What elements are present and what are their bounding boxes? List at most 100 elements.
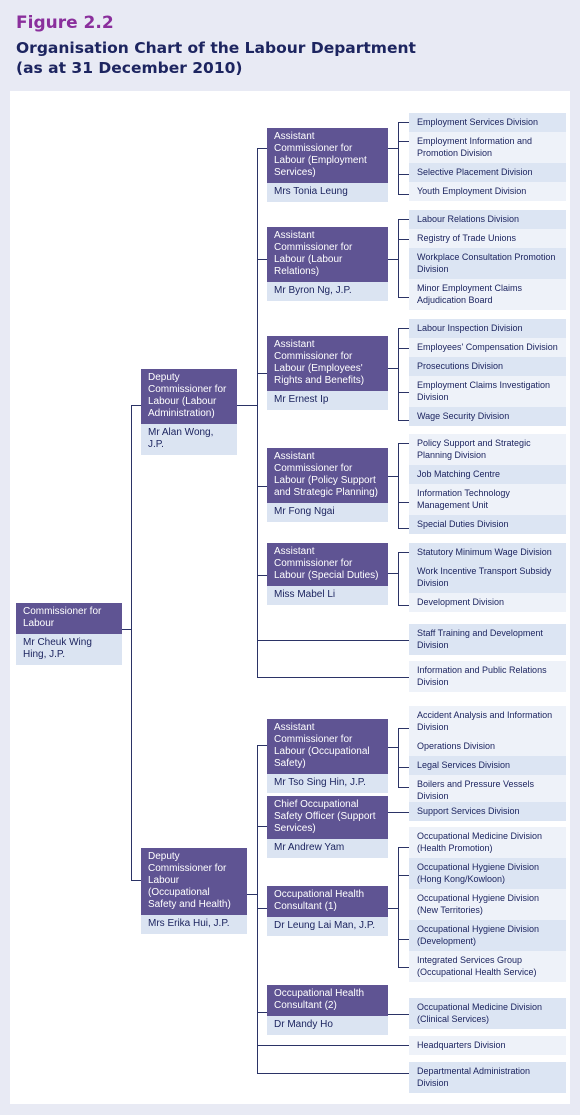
division-item[interactable]: Occupational Hygiene Division (Hong Kong… [409, 858, 566, 889]
division-item[interactable]: Departmental Administration Division [409, 1062, 566, 1093]
division-item[interactable]: Employment Services Division [409, 113, 566, 132]
post-title: Chief Occupational Safety Officer (Suppo… [267, 796, 388, 839]
connector [398, 967, 409, 968]
connector [257, 148, 258, 678]
division-item[interactable]: Selective Placement Division [409, 163, 566, 182]
post-holder: Mr Byron Ng, J.P. [267, 282, 388, 301]
post-holder: Dr Leung Lai Man, J.P. [267, 917, 388, 936]
division-item[interactable]: Labour Relations Division [409, 210, 566, 229]
connector [398, 552, 399, 605]
division-item[interactable]: Legal Services Division [409, 756, 566, 775]
connector [398, 348, 409, 349]
post-holder: Dr Mandy Ho [267, 1016, 388, 1035]
division-item[interactable]: Accident Analysis and Information Divisi… [409, 706, 566, 737]
branch-special-duties[interactable]: Assistant Commissioner for Labour (Speci… [267, 543, 388, 605]
division-item[interactable]: Registry of Trade Unions [409, 229, 566, 248]
branch-labour-relations[interactable]: Assistant Commissioner for Labour (Labou… [267, 227, 388, 301]
division-item[interactable]: Staff Training and Development Division [409, 624, 566, 655]
division-item[interactable]: Occupational Medicine Division (Clinical… [409, 998, 566, 1029]
figure-label: Figure 2.2 [16, 13, 114, 33]
division-item[interactable]: Employment Claims Investigation Division [409, 376, 566, 407]
connector [257, 373, 267, 374]
post-title: Assistant Commissioner for Labour (Emplo… [267, 128, 388, 183]
division-item[interactable]: Operations Division [409, 737, 566, 756]
connector [257, 640, 409, 641]
connector [398, 219, 399, 297]
division-item[interactable]: Statutory Minimum Wage Division [409, 543, 566, 562]
chart-title-line2: (as at 31 December 2010) [16, 59, 243, 77]
division-item[interactable]: Labour Inspection Division [409, 319, 566, 338]
connector [388, 1014, 409, 1015]
division-item[interactable]: Employees' Compensation Division [409, 338, 566, 357]
division-group-policy-support: Policy Support and Strategic Planning Di… [409, 434, 566, 534]
division-group-la-direct: Staff Training and Development Division … [409, 624, 566, 692]
connector [388, 573, 398, 574]
division-item[interactable]: Development Division [409, 593, 566, 612]
post-holder: Mr Cheuk Wing Hing, J.P. [16, 634, 122, 665]
deputy-occupational-safety-health[interactable]: Deputy Commissioner for Labour (Occupati… [141, 848, 247, 934]
branch-employment-services[interactable]: Assistant Commissioner for Labour (Emplo… [267, 128, 388, 202]
connector [398, 847, 399, 967]
connector [257, 259, 267, 260]
connector [398, 939, 409, 940]
division-item[interactable]: Workplace Consultation Promotion Divisio… [409, 248, 566, 279]
branch-occupational-safety[interactable]: Assistant Commissioner for Labour (Occup… [267, 719, 388, 793]
division-item[interactable]: Youth Employment Division [409, 182, 566, 201]
connector [257, 1012, 267, 1013]
division-item[interactable]: Policy Support and Strategic Planning Di… [409, 434, 566, 465]
connector [398, 728, 409, 729]
division-item[interactable]: Support Services Division [409, 802, 566, 821]
post-title: Assistant Commissioner for Labour (Polic… [267, 448, 388, 503]
connector [257, 908, 267, 909]
post-holder: Miss Mabel Li [267, 586, 388, 605]
division-item[interactable]: Occupational Hygiene Division (Developme… [409, 920, 566, 951]
deputy-labour-administration[interactable]: Deputy Commissioner for Labour (Labour A… [141, 369, 237, 455]
connector [257, 745, 258, 1074]
division-item[interactable]: Wage Security Division [409, 407, 566, 426]
branch-employees-rights-benefits[interactable]: Assistant Commissioner for Labour (Emplo… [267, 336, 388, 410]
division-item[interactable]: Occupational Medicine Division (Health P… [409, 827, 566, 858]
branch-policy-support[interactable]: Assistant Commissioner for Labour (Polic… [267, 448, 388, 522]
division-item[interactable]: Prosecutions Division [409, 357, 566, 376]
chart-title-line1: Organisation Chart of the Labour Departm… [16, 39, 416, 57]
division-group-osh-direct: Headquarters Division Departmental Admin… [409, 1036, 566, 1093]
division-item[interactable]: Work Incentive Transport Subsidy Divisio… [409, 562, 566, 593]
post-title: Deputy Commissioner for Labour (Labour A… [141, 369, 237, 424]
commissioner-post[interactable]: Commissioner for Labour Mr Cheuk Wing Hi… [16, 603, 122, 665]
post-holder: Mr Alan Wong, J.P. [141, 424, 237, 455]
division-group-labour-relations: Labour Relations Division Registry of Tr… [409, 210, 566, 310]
division-item[interactable]: Special Duties Division [409, 515, 566, 534]
connector [257, 148, 267, 149]
connector [388, 747, 398, 748]
division-item[interactable]: Job Matching Centre [409, 465, 566, 484]
connector [257, 1045, 409, 1046]
connector [398, 787, 409, 788]
post-title: Assistant Commissioner for Labour (Emplo… [267, 336, 388, 391]
division-item[interactable]: Information and Public Relations Divisio… [409, 661, 566, 692]
post-holder: Mrs Tonia Leung [267, 183, 388, 202]
division-item[interactable]: Headquarters Division [409, 1036, 566, 1055]
division-group-employees-rights: Labour Inspection Division Employees' Co… [409, 319, 566, 426]
division-item[interactable]: Occupational Hygiene Division (New Terri… [409, 889, 566, 920]
connector [388, 148, 398, 149]
division-item[interactable]: Information Technology Management Unit [409, 484, 566, 515]
post-title: Occupational Health Consultant (2) [267, 985, 388, 1016]
branch-occupational-health-2[interactable]: Occupational Health Consultant (2) Dr Ma… [267, 985, 388, 1035]
division-item[interactable]: Minor Employment Claims Adjudication Boa… [409, 279, 566, 310]
post-holder: Mr Tso Sing Hin, J.P. [267, 774, 388, 793]
division-group-occupational-health-1: Occupational Medicine Division (Health P… [409, 827, 566, 982]
connector [257, 1073, 409, 1074]
division-item[interactable]: Integrated Services Group (Occupational … [409, 951, 566, 982]
connector [398, 122, 399, 194]
connector [131, 405, 141, 406]
connector [131, 405, 132, 880]
division-group-occupational-health-2: Occupational Medicine Division (Clinical… [409, 998, 566, 1029]
branch-support-services[interactable]: Chief Occupational Safety Officer (Suppo… [267, 796, 388, 858]
division-group-occupational-safety: Accident Analysis and Information Divisi… [409, 706, 566, 806]
connector [398, 875, 409, 876]
division-item[interactable]: Employment Information and Promotion Div… [409, 132, 566, 163]
connector [398, 239, 409, 240]
connector [388, 812, 409, 813]
branch-occupational-health-1[interactable]: Occupational Health Consultant (1) Dr Le… [267, 886, 388, 936]
connector [398, 420, 409, 421]
